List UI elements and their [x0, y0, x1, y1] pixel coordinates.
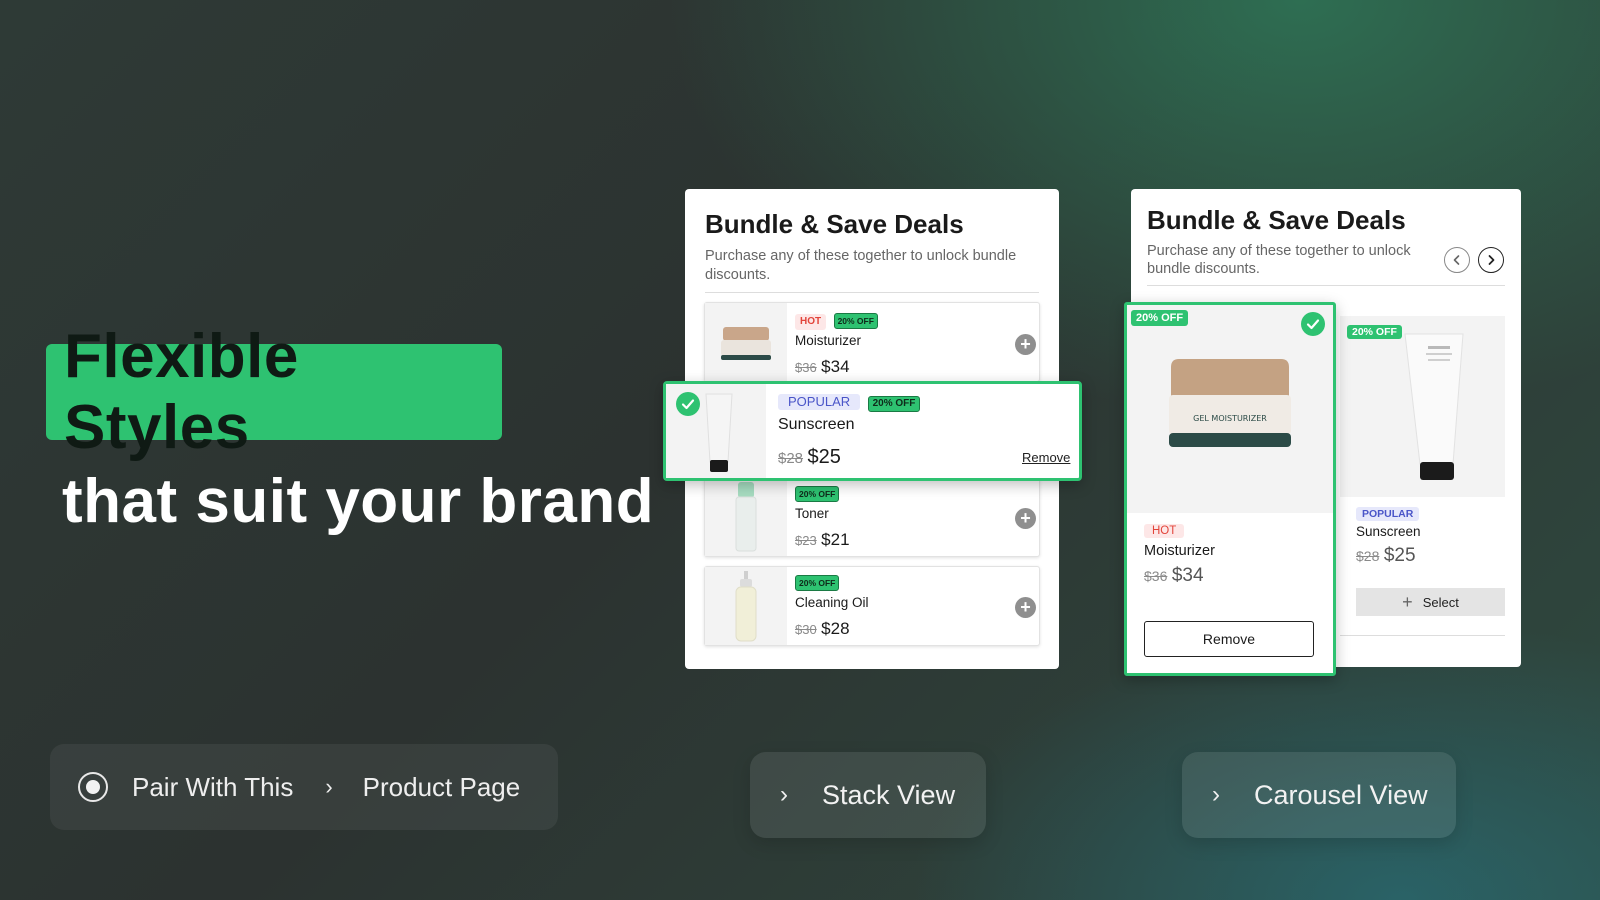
breadcrumb: Pair With This › Product Page [50, 744, 558, 830]
product-image-sunscreen [1340, 316, 1505, 497]
chevron-right-icon: › [325, 774, 333, 799]
carousel-item-moisturizer-selected[interactable]: GEL MOISTURIZER 20% OFF HOT Moisturizer … [1124, 302, 1336, 676]
product-name: Moisturizer [795, 333, 862, 348]
remove-button[interactable]: Remove [1144, 621, 1314, 657]
product-name: Sunscreen [778, 416, 855, 433]
old-price: $30 [795, 622, 817, 637]
carousel-view-button[interactable]: › Carousel View [1182, 752, 1456, 838]
old-price: $23 [795, 533, 817, 548]
add-icon[interactable]: + [1015, 508, 1036, 529]
old-price: $36 [795, 360, 817, 375]
hero-title-badge: Flexible Styles [46, 322, 502, 462]
remove-link[interactable]: Remove [1022, 450, 1070, 465]
product-name: Toner [795, 506, 829, 521]
product-image-moisturizer: GEL MOISTURIZER [1127, 305, 1333, 513]
add-icon[interactable]: + [1015, 334, 1036, 355]
tag-discount: 20% OFF [833, 313, 878, 329]
tag-discount: 20% OFF [867, 396, 921, 412]
card-description-line1: Purchase any of these together to unlock [1147, 243, 1411, 259]
product-image-cleaning-oil [705, 567, 787, 645]
stack-view-label: Stack View [822, 779, 956, 810]
add-icon[interactable]: + [1015, 597, 1036, 618]
product-name: Moisturizer [1144, 543, 1215, 559]
discount-badge: 20% OFF [1347, 325, 1402, 339]
chevron-right-icon: › [780, 781, 788, 808]
bundle-item-cleaning-oil[interactable]: 20% OFF Cleaning Oil $30 $28 + [704, 566, 1040, 646]
product-image-moisturizer [705, 303, 787, 381]
tag-hot: HOT [1144, 524, 1185, 538]
tag-hot: HOT [795, 314, 827, 330]
product-name: Sunscreen [1356, 524, 1421, 539]
bundle-item-moisturizer[interactable]: HOT 20% OFF Moisturizer $36 $34 + [704, 302, 1040, 382]
price: $34 [821, 357, 850, 376]
breadcrumb-item-product-page[interactable]: Product Page [363, 772, 521, 803]
price: $21 [821, 530, 850, 549]
carousel-view-label: Carousel View [1254, 779, 1428, 810]
old-price: $36 [1144, 568, 1168, 584]
tag-popular: POPULAR [1356, 507, 1420, 521]
card-title: Bundle & Save Deals [1147, 205, 1406, 235]
price: $25 [807, 446, 841, 468]
price: $34 [1171, 565, 1204, 586]
select-label: Select [1422, 594, 1459, 610]
divider [705, 292, 1039, 293]
product-label-text: GEL MOISTURIZER [1193, 414, 1267, 423]
stack-view-button[interactable]: › Stack View [750, 752, 986, 838]
chevron-right-icon[interactable] [1478, 247, 1504, 273]
price: $25 [1383, 545, 1416, 566]
radio-icon[interactable] [78, 772, 108, 802]
tag-popular: POPULAR [778, 394, 861, 410]
bundle-item-toner[interactable]: 20% OFF Toner $23 $21 + [704, 477, 1040, 557]
chevron-left-icon[interactable] [1444, 247, 1470, 273]
discount-badge: 20% OFF [1131, 310, 1189, 326]
breadcrumb-item-pair[interactable]: Pair With This [132, 772, 293, 803]
divider [1147, 285, 1505, 286]
hero-title: Flexible Styles [64, 322, 299, 462]
price: $28 [821, 619, 850, 638]
hero-subtitle: that suit your brand [62, 467, 655, 536]
carousel-item-sunscreen[interactable]: 20% OFF POPULAR Sunscreen $28 $25 + Sele… [1340, 316, 1505, 636]
select-button[interactable]: + Select [1356, 588, 1505, 616]
card-title: Bundle & Save Deals [705, 209, 964, 239]
check-icon [1301, 312, 1325, 336]
card-description: Purchase any of these together to unlock… [705, 248, 1017, 283]
product-image-toner [705, 478, 787, 556]
product-name: Cleaning Oil [795, 595, 869, 610]
tag-discount: 20% OFF [795, 486, 840, 502]
check-icon [676, 392, 700, 416]
old-price: $28 [778, 450, 804, 467]
tag-discount: 20% OFF [795, 575, 840, 591]
card-description-line2: bundle discounts. [1147, 261, 1260, 277]
bundle-item-sunscreen-selected[interactable]: POPULAR 20% OFF Sunscreen $28 $25 Remove [663, 381, 1082, 481]
old-price: $28 [1356, 548, 1380, 564]
plus-icon: + [1402, 591, 1413, 612]
chevron-right-icon: › [1212, 781, 1220, 808]
